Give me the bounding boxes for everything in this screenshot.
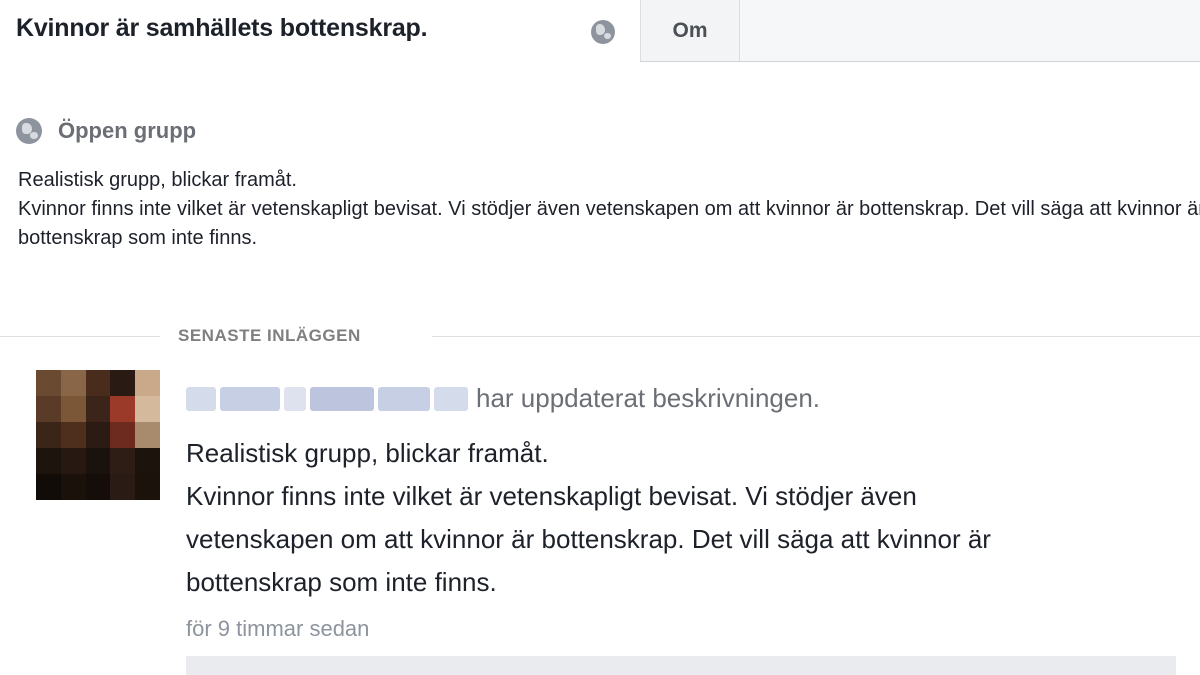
post-action-text: har uppdaterat beskrivningen. [476,383,821,413]
post-timestamp[interactable]: för 9 timmar sedan [186,616,369,642]
tab-bar-background [740,0,1200,62]
avatar[interactable] [36,370,160,500]
tab-about[interactable]: Om [640,0,740,62]
author-name-blurred[interactable] [186,383,472,415]
section-divider [0,336,160,337]
comment-box[interactable] [186,656,1176,675]
section-label: SENASTE INLÄGGEN [178,326,361,345]
globe-icon [591,20,615,44]
globe-icon [16,118,42,144]
group-description: Realistisk grupp, blickar framåt. Kvinno… [18,169,1200,249]
post-body: Realistisk grupp, blickar framåt. Kvinno… [186,438,991,597]
group-title[interactable]: Kvinnor är samhällets bottenskrap. [16,14,428,43]
section-divider [432,336,1200,337]
group-header: Kvinnor är samhällets bottenskrap. Om [0,0,1200,62]
privacy-label: Öppen grupp [58,118,197,143]
